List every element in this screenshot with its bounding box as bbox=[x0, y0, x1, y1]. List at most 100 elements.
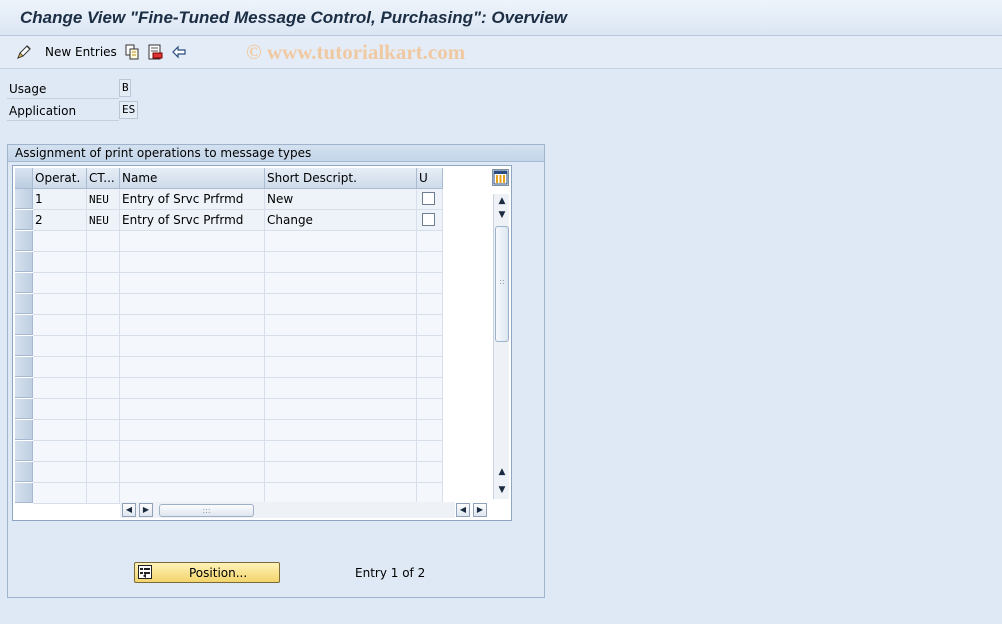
scroll-up-icon[interactable]: ▲ bbox=[495, 194, 509, 208]
row-selector[interactable] bbox=[15, 294, 33, 314]
table-cell[interactable] bbox=[265, 441, 417, 462]
table-cell[interactable] bbox=[417, 273, 443, 294]
row-selector[interactable] bbox=[15, 189, 33, 209]
scroll-down-icon[interactable]: ▼ bbox=[495, 208, 509, 222]
table-cell[interactable] bbox=[87, 315, 120, 336]
table-cell[interactable] bbox=[265, 252, 417, 273]
table-cell[interactable] bbox=[120, 315, 265, 336]
cell-ct[interactable]: NEU bbox=[87, 210, 120, 231]
new-entries-button[interactable]: New Entries bbox=[45, 45, 117, 59]
table-cell[interactable] bbox=[265, 336, 417, 357]
table-cell[interactable] bbox=[120, 336, 265, 357]
table-cell[interactable] bbox=[417, 441, 443, 462]
table-cell[interactable] bbox=[87, 357, 120, 378]
table-cell[interactable] bbox=[33, 315, 87, 336]
row-selector[interactable] bbox=[15, 483, 33, 503]
vertical-scrollbar[interactable]: ▲ ▼ :: ▲ ▼ bbox=[493, 194, 509, 499]
row-selector[interactable] bbox=[15, 210, 33, 230]
table-cell[interactable] bbox=[265, 462, 417, 483]
table-cell[interactable] bbox=[33, 357, 87, 378]
table-cell[interactable] bbox=[417, 462, 443, 483]
table-cell[interactable] bbox=[120, 273, 265, 294]
table-cell[interactable] bbox=[33, 378, 87, 399]
cell-ct[interactable]: NEU bbox=[87, 189, 120, 210]
table-cell[interactable] bbox=[120, 378, 265, 399]
row-selector[interactable] bbox=[15, 336, 33, 356]
select-all-button[interactable] bbox=[15, 168, 33, 189]
table-cell[interactable] bbox=[265, 357, 417, 378]
table-cell[interactable] bbox=[265, 399, 417, 420]
table-cell[interactable] bbox=[87, 420, 120, 441]
horizontal-scroll-thumb[interactable]: ::: bbox=[159, 504, 254, 517]
table-cell[interactable] bbox=[120, 399, 265, 420]
table-cell[interactable] bbox=[87, 231, 120, 252]
row-selector[interactable] bbox=[15, 420, 33, 440]
table-cell[interactable] bbox=[120, 441, 265, 462]
row-selector[interactable] bbox=[15, 315, 33, 335]
row-selector[interactable] bbox=[15, 357, 33, 377]
row-selector[interactable] bbox=[15, 252, 33, 272]
table-cell[interactable] bbox=[417, 378, 443, 399]
table-cell[interactable] bbox=[33, 462, 87, 483]
table-cell[interactable] bbox=[417, 231, 443, 252]
table-cell[interactable] bbox=[33, 336, 87, 357]
table-cell[interactable] bbox=[120, 420, 265, 441]
table-cell[interactable] bbox=[87, 336, 120, 357]
table-cell[interactable] bbox=[87, 399, 120, 420]
table-cell[interactable] bbox=[87, 273, 120, 294]
table-cell[interactable] bbox=[33, 441, 87, 462]
row-selector[interactable] bbox=[15, 441, 33, 461]
table-cell[interactable] bbox=[33, 252, 87, 273]
table-cell[interactable] bbox=[33, 399, 87, 420]
table-cell[interactable] bbox=[120, 231, 265, 252]
copy-icon[interactable] bbox=[124, 44, 140, 60]
table-cell[interactable] bbox=[265, 315, 417, 336]
cell-short-descript[interactable]: Change bbox=[265, 210, 417, 231]
u-checkbox[interactable] bbox=[422, 213, 435, 226]
table-cell[interactable] bbox=[417, 420, 443, 441]
table-cell[interactable] bbox=[417, 315, 443, 336]
table-cell[interactable] bbox=[265, 273, 417, 294]
table-cell[interactable] bbox=[87, 378, 120, 399]
table-cell[interactable] bbox=[265, 420, 417, 441]
column-header-u[interactable]: U bbox=[417, 168, 443, 189]
cell-short-descript[interactable]: New bbox=[265, 189, 417, 210]
table-cell[interactable] bbox=[33, 294, 87, 315]
table-cell[interactable] bbox=[33, 420, 87, 441]
column-header-name[interactable]: Name bbox=[120, 168, 265, 189]
table-cell[interactable] bbox=[87, 462, 120, 483]
table-cell[interactable] bbox=[33, 231, 87, 252]
table-cell[interactable] bbox=[417, 336, 443, 357]
cell-operation[interactable]: 1 bbox=[33, 189, 87, 210]
usage-field[interactable]: B bbox=[119, 79, 131, 97]
scroll-left-icon[interactable]: ◀ bbox=[456, 503, 470, 517]
undo-icon[interactable] bbox=[171, 44, 187, 60]
table-cell[interactable] bbox=[87, 252, 120, 273]
table-cell[interactable] bbox=[120, 462, 265, 483]
row-selector[interactable] bbox=[15, 273, 33, 293]
row-selector[interactable] bbox=[15, 231, 33, 251]
scroll-down-icon[interactable]: ▼ bbox=[495, 483, 509, 497]
table-cell[interactable] bbox=[87, 441, 120, 462]
delete-icon[interactable] bbox=[147, 44, 163, 60]
table-cell[interactable] bbox=[265, 231, 417, 252]
table-cell[interactable] bbox=[417, 294, 443, 315]
row-selector[interactable] bbox=[15, 399, 33, 419]
table-cell[interactable] bbox=[120, 483, 265, 504]
table-cell[interactable] bbox=[265, 294, 417, 315]
scroll-up-icon[interactable]: ▲ bbox=[495, 465, 509, 479]
application-field[interactable]: ES bbox=[119, 101, 138, 119]
cell-operation[interactable]: 2 bbox=[33, 210, 87, 231]
scroll-right-icon[interactable]: ▶ bbox=[139, 503, 153, 517]
column-config-icon[interactable] bbox=[492, 169, 509, 186]
table-cell[interactable] bbox=[120, 357, 265, 378]
table-cell[interactable] bbox=[87, 483, 120, 504]
column-header-short-descript[interactable]: Short Descript. bbox=[265, 168, 417, 189]
scroll-left-icon[interactable]: ◀ bbox=[122, 503, 136, 517]
table-cell[interactable] bbox=[417, 357, 443, 378]
table-cell[interactable] bbox=[120, 294, 265, 315]
table-cell[interactable] bbox=[417, 399, 443, 420]
table-cell[interactable] bbox=[33, 273, 87, 294]
u-checkbox[interactable] bbox=[422, 192, 435, 205]
scroll-right-icon[interactable]: ▶ bbox=[473, 503, 487, 517]
